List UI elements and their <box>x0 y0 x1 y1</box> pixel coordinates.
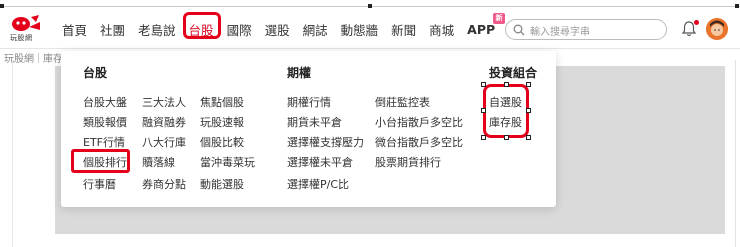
portfolio-heading: 投資組合 <box>489 66 538 80</box>
new-badge: 新 <box>493 12 506 24</box>
resize-handle[interactable] <box>526 108 531 113</box>
avatar-face-icon <box>706 18 728 40</box>
nav-item-laodao[interactable]: 老島說 <box>138 20 176 39</box>
resize-handle[interactable] <box>481 108 486 113</box>
avatar[interactable] <box>706 18 728 40</box>
selection-handle[interactable] <box>0 4 4 8</box>
options-heading: 期權 <box>287 66 312 80</box>
nav-item-news[interactable]: 新聞 <box>391 20 416 39</box>
notification-dot <box>694 20 699 25</box>
breadcrumb-divider <box>38 53 39 63</box>
nav-item-store[interactable]: 商城 <box>429 20 454 39</box>
menu-link-micro-tx-ratio[interactable]: 微台指散戶多空比 <box>375 134 463 150</box>
menu-link-eight-banks[interactable]: 八大行庫 <box>142 134 186 150</box>
resize-handle[interactable] <box>481 135 486 140</box>
logo-text: 玩股網 <box>10 34 33 42</box>
highlight-box <box>182 11 221 39</box>
nav-item-taiwan-stocks[interactable]: 台股 <box>182 11 221 39</box>
nav-item-clubs[interactable]: 社團 <box>100 20 125 39</box>
highlight-box <box>71 149 130 173</box>
menu-link-options-support[interactable]: 選擇權支撐壓力 <box>287 134 364 150</box>
search-icon <box>513 24 525 36</box>
menu-link-options-oi[interactable]: 選擇權未平倉 <box>287 154 353 170</box>
nav-item-feed[interactable]: 動態牆 <box>341 20 379 39</box>
menu-link-momentum-picker[interactable]: 動能選股 <box>200 176 244 192</box>
selection-handle[interactable] <box>735 4 739 8</box>
highlight-box <box>483 84 529 138</box>
search-input[interactable]: 輸入搜尋字串 <box>505 19 667 40</box>
menu-link-etf-quotes[interactable]: ETF行情 <box>83 134 125 150</box>
menu-link-daytrade[interactable]: 當沖毒菜玩 <box>200 154 255 170</box>
menu-link-flash-news[interactable]: 玩股速報 <box>200 114 244 130</box>
resize-handle[interactable] <box>481 82 486 87</box>
resize-handle[interactable] <box>504 135 509 140</box>
nav-item-app[interactable]: APP 新 <box>467 12 506 37</box>
menu-link-institutional[interactable]: 三大法人 <box>142 94 186 110</box>
menu-link-mini-tx-ratio[interactable]: 小台指散戶多空比 <box>375 114 463 130</box>
nav-item-international[interactable]: 國際 <box>227 20 252 39</box>
selection-handle[interactable] <box>368 4 372 8</box>
menu-link-calendar[interactable]: 行事曆 <box>83 176 116 192</box>
menu-link-broker-branches[interactable]: 券商分點 <box>142 176 186 192</box>
taiwan-stocks-heading: 台股 <box>83 66 108 80</box>
menu-link-stock-futures-rank[interactable]: 股票期貨排行 <box>375 154 441 170</box>
logo-icon <box>12 15 40 31</box>
resize-handle[interactable] <box>526 82 531 87</box>
resize-handle[interactable] <box>504 82 509 87</box>
site-logo[interactable]: 玩股網 <box>6 14 46 44</box>
nav-item-blogs[interactable]: 網誌 <box>303 20 328 39</box>
menu-link-dealer-monitor[interactable]: 倒莊監控表 <box>375 94 430 110</box>
main-nav: 首頁 社團 老島說 台股 國際 選股 網誌 動態牆 新聞 商城 APP 新 <box>62 10 508 48</box>
menu-link-options-quotes[interactable]: 期權行情 <box>287 94 331 110</box>
resize-handle[interactable] <box>526 135 531 140</box>
menu-link-sector-quotes[interactable]: 類股報價 <box>83 114 127 130</box>
search-placeholder: 輸入搜尋字串 <box>530 27 590 38</box>
breadcrumb-home[interactable]: 玩股網 <box>4 54 34 65</box>
menu-link-margin-trading[interactable]: 融資融券 <box>142 114 186 130</box>
divider <box>12 60 13 247</box>
menu-link-market-index[interactable]: 台股大盤 <box>83 94 127 110</box>
menu-link-stock-compare[interactable]: 個股比較 <box>200 134 244 150</box>
menu-link-options-pc-ratio[interactable]: 選擇權P/C比 <box>287 176 349 192</box>
menu-link-focus-stocks[interactable]: 焦點個股 <box>200 94 244 110</box>
breadcrumb-current[interactable]: 庫存 <box>43 54 63 65</box>
taiwan-stocks-dropdown: 台股 台股大盤 類股報價 ETF行情 個股排行 行事曆 三大法人 融資融券 八大… <box>61 51 556 207</box>
top-navigation: 玩股網 首頁 社團 老島說 台股 國際 選股 網誌 動態牆 新聞 商城 APP … <box>0 10 740 49</box>
divider <box>735 60 736 247</box>
nav-item-label: APP <box>467 21 496 37</box>
nav-item-stock-picker[interactable]: 選股 <box>265 20 290 39</box>
menu-link-buyback[interactable]: 贖落線 <box>142 154 175 170</box>
nav-item-home[interactable]: 首頁 <box>62 20 87 39</box>
menu-link-futures-oi[interactable]: 期貨未平倉 <box>287 114 342 130</box>
